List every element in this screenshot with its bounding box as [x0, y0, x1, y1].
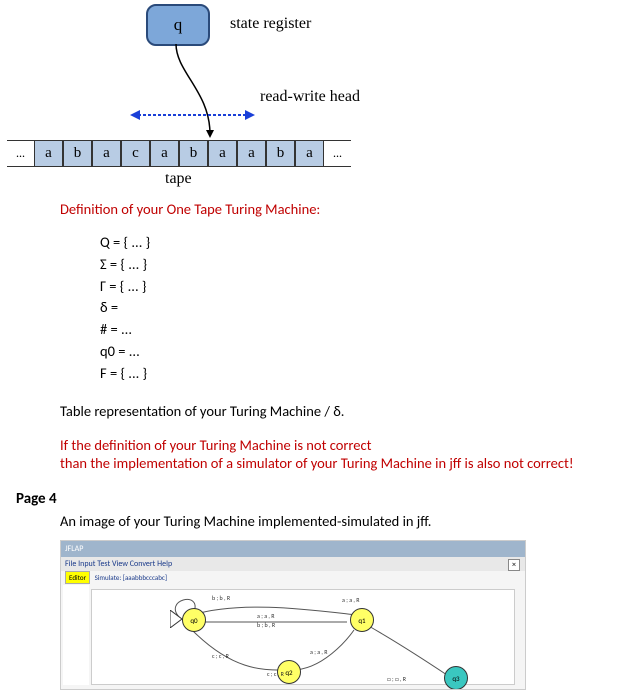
jff-screenshot: JFLAP File Input Test View Convert Help …: [60, 540, 526, 690]
tape-cell: a: [150, 140, 179, 167]
tape-edge-left: ...: [7, 140, 34, 167]
jff-tab-editor: Editor: [65, 571, 90, 584]
head-connector: [130, 42, 250, 142]
tape-cell: b: [179, 140, 208, 167]
definition-lines: Q = { ... } Σ = { ... } Γ = { ... } δ = …: [60, 232, 626, 384]
tape-cell: c: [121, 140, 150, 167]
jff-tab-simulate: Simulate: [aaabbbcccabc]: [92, 572, 170, 583]
warning-line-1: If the definition of your Turing Machine…: [60, 436, 626, 454]
jff-transition: b ; b , R: [212, 594, 230, 602]
jff-toolbar: [63, 585, 89, 685]
state-letter: q: [174, 15, 183, 35]
jff-transition: a ; a , R: [257, 612, 275, 620]
tape-label: tape: [165, 170, 192, 188]
page-4-label: Page 4: [0, 472, 626, 512]
head-range-arrow: [130, 105, 255, 125]
jff-canvas: q0 q1 q2 q3 b ; b , R a ; a , R b ; b , …: [91, 589, 515, 685]
jff-transition: a ; a , R: [310, 648, 328, 656]
label-read-write-head: read-write head: [260, 88, 360, 106]
turing-machine-diagram: q state register read-write head ... a b…: [0, 0, 626, 180]
jff-transition: c ; c , R: [212, 652, 229, 660]
tape-cell: b: [266, 140, 295, 167]
tape-cell: a: [208, 140, 237, 167]
def-line: q0 = ...: [100, 341, 626, 363]
jff-tab-bar: Editor Simulate: [aaabbbcccabc]: [61, 571, 525, 585]
def-line: F = { ... }: [100, 363, 626, 385]
table-caption: Table representation of your Turing Mach…: [60, 402, 626, 420]
tape-cell: a: [92, 140, 121, 167]
warning-line-2: than the implementation of a simulator o…: [60, 454, 626, 472]
jff-transition: b ; b , R: [257, 621, 275, 629]
jff-menu-bar: File Input Test View Convert Help: [61, 557, 525, 571]
def-line: # = ...: [100, 319, 626, 341]
jff-transition: a ; a , R: [342, 596, 360, 604]
close-icon: ×: [508, 559, 520, 571]
tape-cell: a: [237, 140, 266, 167]
def-line: Q = { ... }: [100, 232, 626, 254]
page-4-caption: An image of your Turing Machine implemen…: [60, 512, 626, 530]
jff-transition: □ ; □ , R: [387, 675, 406, 683]
tape: ... a b a c a b a a b a ...: [7, 140, 351, 167]
def-line: δ =: [100, 297, 626, 319]
definition-title: Definition of your One Tape Turing Machi…: [60, 200, 626, 218]
tape-cell: a: [295, 140, 324, 167]
def-line: Σ = { ... }: [100, 254, 626, 276]
jff-state: q3: [444, 666, 468, 690]
tape-edge-right: ...: [324, 140, 351, 167]
state-register-box: q: [146, 4, 210, 46]
def-line: Γ = { ... }: [100, 276, 626, 298]
tape-cell: b: [63, 140, 92, 167]
label-state-register: state register: [230, 15, 311, 33]
jff-title-bar: JFLAP: [61, 541, 525, 557]
jff-transition: c ; c , R: [267, 670, 284, 678]
tape-cell: a: [34, 140, 63, 167]
